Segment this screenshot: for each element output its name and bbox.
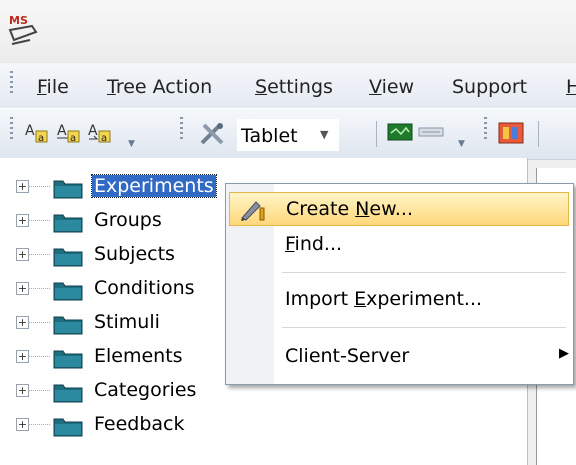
menu-separator (282, 272, 566, 273)
toolbar-grip-2[interactable] (180, 117, 183, 141)
menu-item-import-experiment[interactable]: Import Experiment... (229, 283, 569, 317)
toolbar-grip[interactable] (10, 117, 13, 141)
menu-separator (282, 327, 566, 328)
tree-connector (28, 424, 50, 425)
svg-text:A: A (88, 123, 98, 139)
sort-ascending-icon[interactable]: A a (24, 121, 50, 145)
tree-item-label: Feedback (94, 413, 185, 435)
toolbar-overflow-icon[interactable]: ▼ (128, 139, 135, 149)
toolbar-separator (376, 121, 377, 147)
chevron-down-icon[interactable]: ▼ (320, 128, 328, 141)
tree-item-elements[interactable]: + Elements (0, 343, 260, 373)
sort-group-icon[interactable]: A a (56, 121, 82, 145)
toolbar: A a A a A a ▼ Tablet ▼ ▼ (0, 108, 576, 160)
menu-support[interactable]: Support (452, 76, 527, 98)
tree-item-label: Subjects (94, 243, 175, 265)
context-menu: Create New... Find... Import Experiment.… (225, 183, 574, 385)
tree-item-label: Experiments (91, 174, 217, 198)
tree-item-stimuli[interactable]: + Stimuli (0, 309, 260, 339)
tree-connector (28, 356, 50, 357)
folder-icon (53, 316, 83, 335)
pencil-icon (241, 201, 265, 221)
tree-item-label: Stimuli (94, 311, 160, 333)
svg-text:A: A (57, 123, 67, 139)
toolbar-overflow-icon-2[interactable]: ▼ (458, 139, 465, 149)
tree-item-categories[interactable]: + Categories (0, 377, 260, 407)
toolbar-separator-2 (538, 121, 539, 147)
tree-connector (28, 254, 50, 255)
tree-item-label: Groups (94, 209, 162, 231)
menu-item-label: Create New... (286, 198, 413, 220)
menu-item-label: Import Experiment... (285, 288, 483, 310)
tree-item-subjects[interactable]: + Subjects (0, 241, 260, 271)
svg-text:A: A (25, 123, 35, 139)
tree-item-experiments[interactable]: + Experiments (0, 173, 260, 203)
svg-text:a: a (101, 133, 107, 144)
submenu-arrow-icon: ▶ (559, 346, 569, 361)
signal-monitor-icon[interactable] (387, 121, 413, 143)
sort-descending-icon[interactable]: A a (87, 121, 113, 145)
svg-text:MS: MS (9, 14, 28, 27)
device-combo[interactable]: Tablet ▼ (237, 119, 339, 151)
app-logo-icon: MS (8, 14, 38, 45)
folder-icon (53, 180, 83, 199)
folder-icon (53, 350, 83, 369)
folder-icon (53, 418, 83, 437)
toolbar-grip-3[interactable] (484, 117, 487, 141)
tree-connector (28, 186, 50, 187)
menu-item-find[interactable]: Find... (229, 228, 569, 262)
tree-connector (28, 322, 50, 323)
folder-icon (53, 248, 83, 267)
folder-icon (53, 214, 83, 233)
device-combo-value: Tablet (241, 125, 298, 147)
tree-connector (28, 288, 50, 289)
menu-view[interactable]: View (369, 76, 414, 98)
menu-file[interactable]: File (37, 76, 69, 98)
tree-connector (28, 220, 50, 221)
menu-item-client-server[interactable]: Client-Server ▶ (229, 340, 569, 374)
menu-bar: File Tree Action Settings View Support H (0, 62, 576, 109)
svg-text:a: a (70, 133, 76, 144)
menubar-grip[interactable] (10, 71, 13, 95)
device-icon[interactable] (418, 121, 444, 143)
menu-item-create-new[interactable]: Create New... (229, 192, 569, 226)
tree-item-conditions[interactable]: + Conditions (0, 275, 260, 305)
tree-item-label: Elements (94, 345, 183, 367)
svg-text:a: a (38, 133, 44, 144)
menu-help[interactable]: H (566, 76, 576, 98)
menu-tree-action[interactable]: Tree Action (107, 76, 212, 98)
menu-settings[interactable]: Settings (255, 76, 333, 98)
title-bar: MS (0, 0, 576, 62)
tree-item-label: Categories (94, 379, 197, 401)
folder-icon (53, 282, 83, 301)
tree-item-feedback[interactable]: + Feedback (0, 411, 260, 441)
tree-item-groups[interactable]: + Groups (0, 207, 260, 237)
folder-icon (53, 384, 83, 403)
film-strip-icon[interactable] (498, 121, 524, 145)
tools-icon[interactable] (198, 121, 228, 147)
menu-item-label: Find... (285, 233, 343, 255)
tree-connector (28, 390, 50, 391)
tree-item-label: Conditions (94, 277, 195, 299)
menu-item-label: Client-Server (285, 345, 410, 367)
